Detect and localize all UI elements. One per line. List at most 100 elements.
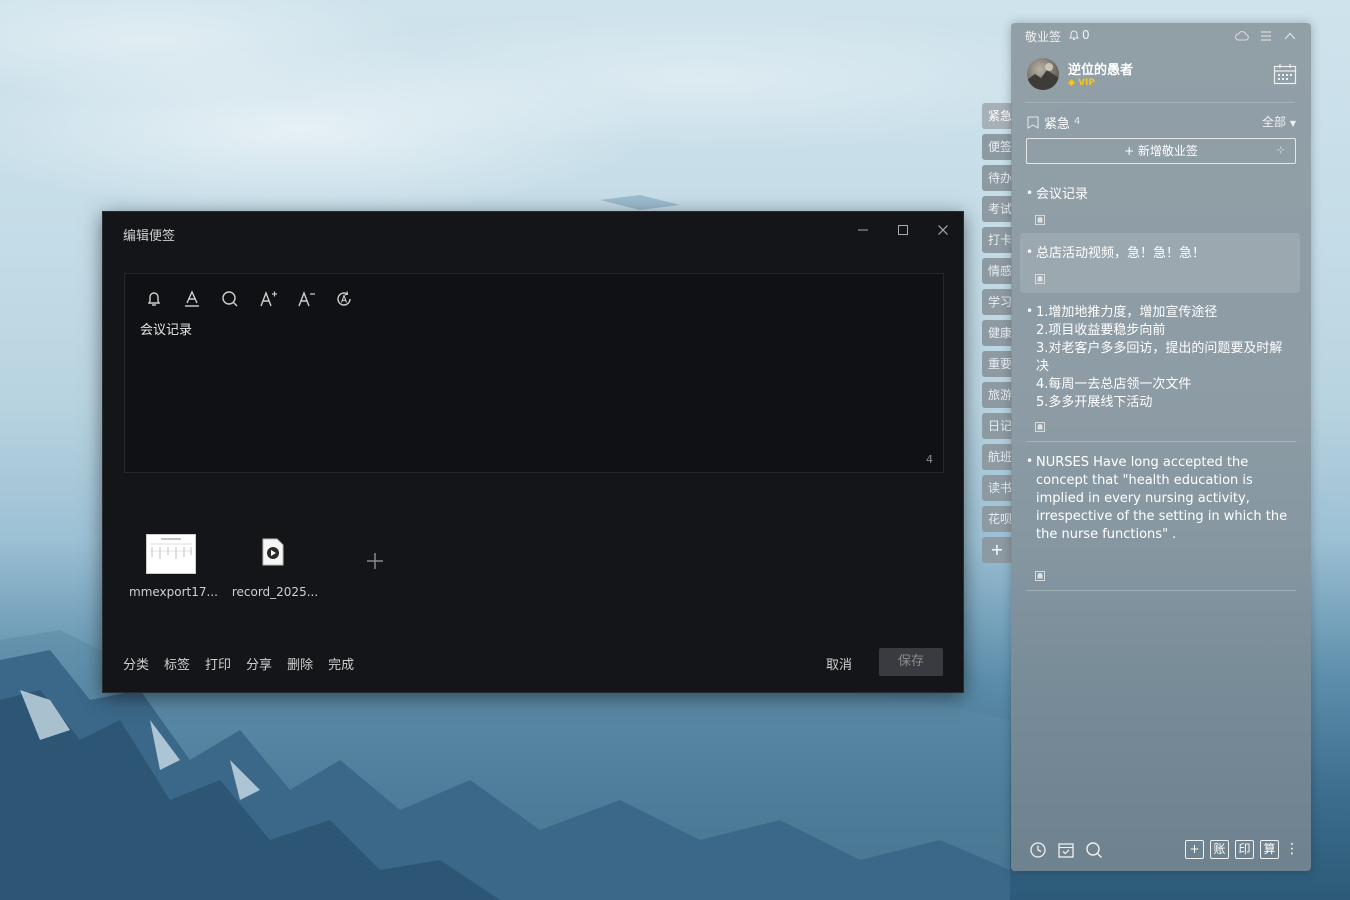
font-decrease-icon — [298, 291, 315, 307]
side-tab-huabei[interactable]: 花呗 — [982, 506, 1012, 532]
plus-icon — [367, 553, 383, 569]
vip-badge: ◆ VIP — [1068, 78, 1095, 88]
sticky-note-panel: 敬业签 0 逆位的愚者 ◆ VIP 紧急 4 全部 ▼ + 新增敬业签 ⊹ • … — [1011, 23, 1311, 871]
calendar-button[interactable] — [1273, 63, 1297, 89]
panel-top-controls — [1235, 28, 1297, 42]
side-tab-exam[interactable]: 考试 — [982, 196, 1012, 222]
delete-button[interactable]: 删除 — [287, 654, 313, 673]
divider — [1025, 102, 1295, 103]
attachment-list: mmexport17... record_2025... — [129, 532, 333, 602]
done-list-button[interactable] — [1057, 841, 1075, 863]
cloud-icon — [1235, 31, 1249, 41]
font-decrease-button[interactable] — [297, 288, 335, 310]
more-options-button[interactable]: ⋮ — [1285, 840, 1299, 859]
auto-format-button[interactable] — [335, 288, 373, 310]
collapse-button[interactable] — [1283, 28, 1297, 42]
maximize-button[interactable] — [893, 222, 913, 242]
username[interactable]: 逆位的愚者 — [1068, 59, 1133, 78]
complete-button[interactable]: 完成 — [328, 654, 354, 673]
list-item[interactable]: • 会议记录 — [1020, 186, 1300, 226]
format-toolbar — [145, 288, 373, 310]
clock-icon — [1030, 842, 1046, 858]
side-tab-travel[interactable]: 旅游 — [982, 382, 1012, 408]
minimize-button[interactable] — [853, 222, 873, 242]
font-color-icon — [185, 290, 199, 307]
print-button[interactable]: 印 — [1235, 840, 1254, 859]
avatar[interactable] — [1027, 58, 1059, 90]
footer-actions: 分类 标签 打印 分享 删除 完成 — [123, 654, 369, 673]
note-text: 1.增加地推力度，增加宣传途径 2.项目收益要稳步向前 3.对老客户多多回访，提… — [1036, 305, 1283, 410]
filter-dropdown[interactable]: 全部 ▼ — [1262, 113, 1296, 130]
lock-icon — [1034, 211, 1046, 230]
avatar-image — [1027, 63, 1059, 90]
bullet: • — [1026, 245, 1034, 259]
attachment-name: mmexport17... — [129, 585, 217, 599]
auto-format-icon — [337, 291, 351, 306]
bell-icon — [147, 292, 161, 306]
lock-icon — [1034, 567, 1046, 586]
search-icon — [222, 291, 238, 307]
search-button[interactable] — [221, 288, 259, 310]
category-button[interactable]: 分类 — [123, 654, 149, 673]
side-tab-diary[interactable]: 日记 — [982, 413, 1012, 439]
side-tab-flight[interactable]: 航班 — [982, 444, 1012, 470]
bell-count: 0 — [1082, 28, 1090, 42]
panel-bottom-bar: + 账 印 算 ⋮ — [1011, 838, 1311, 864]
note-content[interactable]: 会议记录 — [140, 319, 192, 338]
print-button[interactable]: 打印 — [205, 654, 231, 673]
note-editor-area[interactable]: 会议记录 4 — [124, 273, 944, 473]
side-tab-emotion[interactable]: 情感 — [982, 258, 1012, 284]
side-tab-checkin[interactable]: 打卡 — [982, 227, 1012, 253]
calculator-button[interactable]: 算 — [1260, 840, 1279, 859]
save-button[interactable]: 保存 — [879, 648, 943, 676]
attachment-item[interactable]: mmexport17... — [129, 532, 231, 602]
tag-button[interactable]: 标签 — [164, 654, 190, 673]
calendar-icon — [1273, 64, 1297, 85]
side-tab-notes[interactable]: 便签 — [982, 134, 1012, 160]
add-attachment-button[interactable] — [365, 552, 385, 572]
list-item[interactable]: • NURSES Have long accepted the concept … — [1020, 454, 1300, 584]
add-category-button[interactable]: + — [982, 537, 1012, 563]
font-increase-button[interactable] — [259, 288, 297, 310]
ledger-button[interactable]: 账 — [1210, 840, 1229, 859]
side-tab-important[interactable]: 重要 — [982, 351, 1012, 377]
attachment-item[interactable]: record_2025... — [231, 532, 333, 602]
side-tab-health[interactable]: 健康 — [982, 320, 1012, 346]
maximize-icon — [898, 225, 908, 235]
bullet: • — [1026, 304, 1034, 318]
lock-icon — [1034, 270, 1046, 289]
search-icon — [1086, 842, 1102, 858]
side-tab-todo[interactable]: 待办 — [982, 165, 1012, 191]
font-color-button[interactable] — [183, 288, 221, 310]
diamond-icon: ◆ — [1068, 78, 1075, 88]
attachment-name: record_2025... — [231, 585, 319, 599]
side-tab-urgent[interactable]: 紧急 — [982, 103, 1012, 129]
chevron-up-icon — [1284, 32, 1296, 40]
divider — [1026, 590, 1296, 591]
panel-bottom-right: + 账 印 算 ⋮ — [1185, 840, 1299, 859]
reminder-button[interactable] — [145, 288, 183, 310]
close-button[interactable] — [933, 222, 953, 242]
history-button[interactable] — [1029, 841, 1047, 863]
font-increase-icon — [260, 291, 277, 307]
cloud-sync-button[interactable] — [1235, 28, 1249, 42]
app-name: 敬业签 — [1025, 30, 1062, 44]
list-item[interactable]: • 总店活动视频，急！急！急！ — [1020, 233, 1300, 293]
menu-button[interactable] — [1259, 28, 1273, 42]
minimize-icon — [858, 229, 868, 231]
lock-icon — [1034, 418, 1046, 437]
list-item[interactable]: • 1.增加地推力度，增加宣传途径 2.项目收益要稳步向前 3.对老客户多多回访… — [1020, 304, 1300, 434]
share-button[interactable]: 分享 — [246, 654, 272, 673]
audio-file-icon — [262, 538, 284, 566]
dialog-title: 编辑便签 — [123, 229, 176, 244]
document-preview-icon — [150, 538, 192, 559]
panel-search-button[interactable] — [1085, 841, 1103, 863]
side-tab-reading[interactable]: 读书 — [982, 475, 1012, 501]
cancel-button[interactable]: 取消 — [826, 654, 852, 673]
category-count: 4 — [1074, 116, 1081, 127]
side-tab-study[interactable]: 学习 — [982, 289, 1012, 315]
add-note-button[interactable]: + 新增敬业签 ⊹ — [1026, 138, 1296, 164]
divider — [1026, 441, 1296, 442]
reminder-count[interactable]: 0 — [1068, 28, 1090, 42]
quick-add-button[interactable]: + — [1185, 840, 1204, 859]
